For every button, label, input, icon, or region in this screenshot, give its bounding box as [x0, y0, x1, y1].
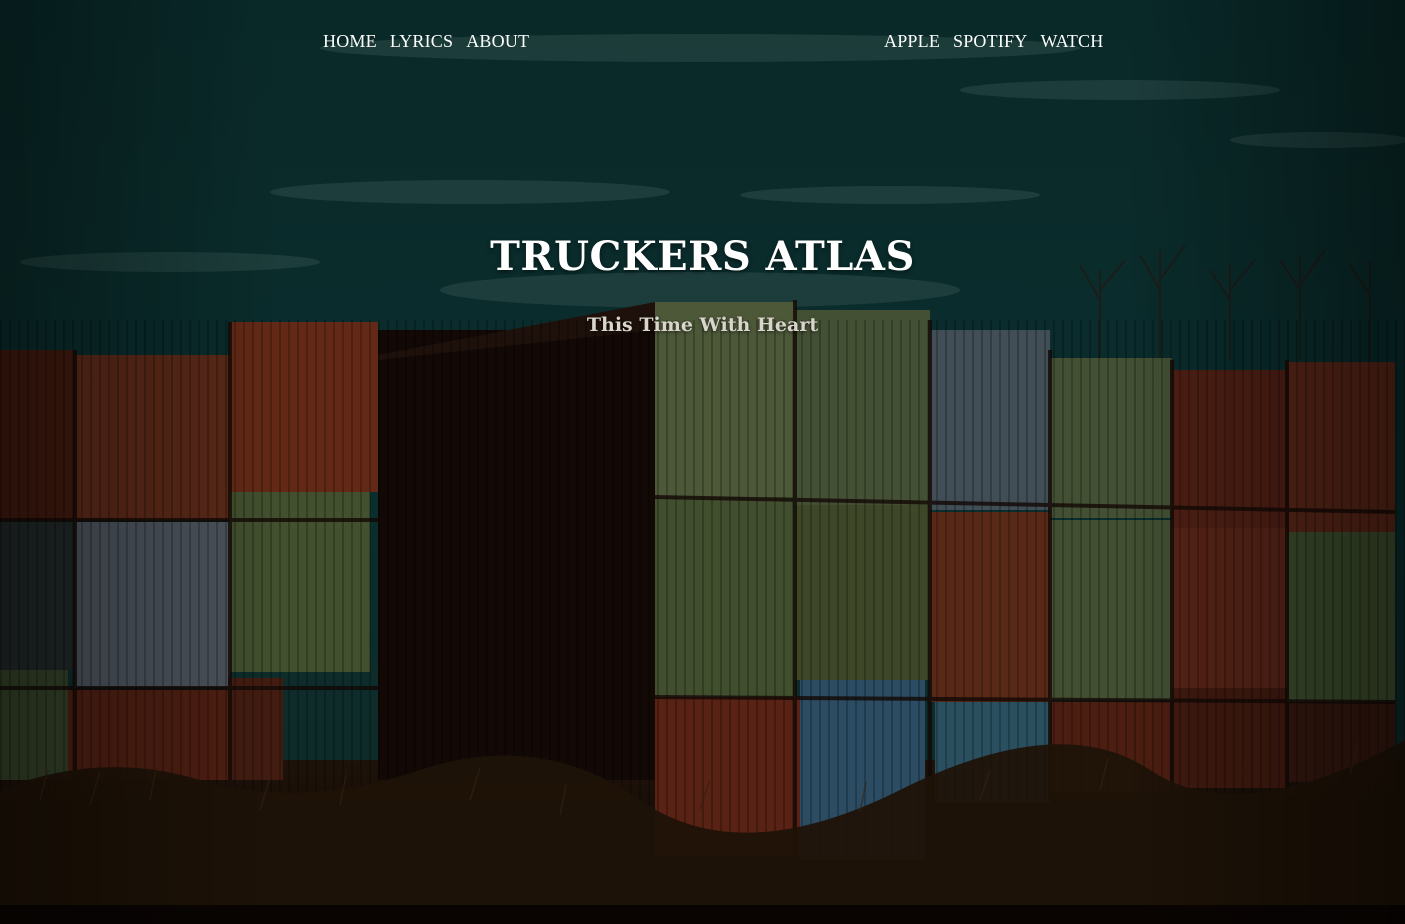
nav-spotify-link[interactable]: SPOTIFY: [953, 31, 1027, 52]
nav-lyrics-link[interactable]: LYRICS: [390, 31, 453, 52]
nav-apple-link[interactable]: APPLE: [884, 31, 940, 52]
nav-about-link[interactable]: ABOUT: [466, 31, 529, 52]
streaming-nav: APPLE SPOTIFY WATCH: [884, 29, 1103, 53]
nav-watch-link[interactable]: WATCH: [1040, 31, 1103, 52]
site-title: TRUCKERS ATLAS: [490, 233, 915, 280]
hero-page: HOME LYRICS ABOUT APPLE SPOTIFY WATCH TR…: [0, 0, 1405, 924]
nav-home-link[interactable]: HOME: [323, 31, 377, 52]
hero-background-image: [0, 0, 1405, 924]
primary-nav: HOME LYRICS ABOUT: [323, 29, 529, 53]
site-tagline: This Time With Heart: [586, 314, 819, 336]
